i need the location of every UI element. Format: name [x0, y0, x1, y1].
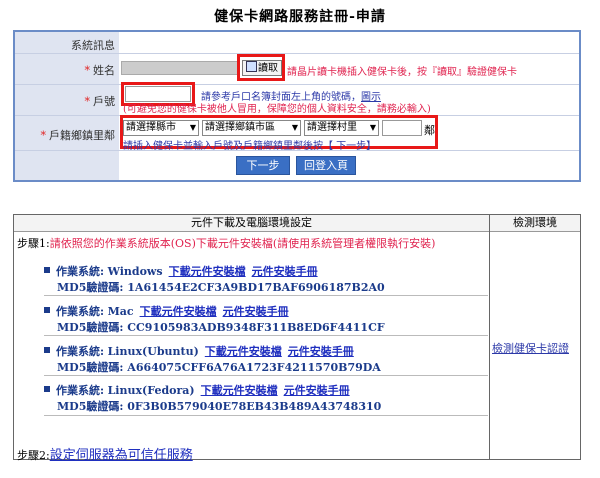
md5-value: A664075CFF6A76A1723F4211570B79DA: [127, 361, 381, 374]
step2-instructions: 步驟2:設定伺服器為可信任服務: [17, 448, 193, 463]
name-field[interactable]: [121, 61, 239, 75]
bullet-icon: [44, 347, 50, 353]
village-select[interactable]: 請選擇村里 ▼: [304, 120, 379, 136]
download-installer-link[interactable]: 下載元件安裝檔: [169, 265, 246, 278]
town-select[interactable]: 請選擇鄉鎮市區 ▼: [202, 120, 301, 136]
dropdown-arrow-icon: ▼: [369, 123, 376, 132]
download-installer-link[interactable]: 下載元件安裝檔: [140, 305, 217, 318]
download-installer-link[interactable]: 下載元件安裝檔: [205, 345, 282, 358]
neighborhood-input[interactable]: [382, 120, 422, 136]
city-select[interactable]: 請選擇縣市 ▼: [123, 120, 199, 136]
install-manual-link[interactable]: 元件安裝手冊: [288, 345, 354, 358]
household-warning: (可避免您的健保卡被他人冒用，保障您的個人資料安全，請務必輸入): [123, 104, 431, 115]
name-label: * 姓名: [84, 64, 116, 77]
os-divider: [44, 415, 488, 416]
install-manual-link[interactable]: 元件安裝手冊: [284, 384, 350, 397]
row-divider: [15, 84, 579, 85]
check-env-header: 檢測環境: [490, 215, 580, 232]
step1-instructions: 步驟1:請依照您的作業系統版本(OS)下載元件安裝檔(請使用系統管理者權限執行安…: [17, 237, 436, 250]
page-title: 健保卡網路服務註冊-申請: [214, 9, 386, 25]
address-hint: 請插入健保卡並輸入戶號及戶籍鄉鎮里鄰後按【 下一步】: [123, 141, 377, 152]
household-label: * 戶號: [84, 95, 116, 108]
download-section: 元件下載及電腦環境設定 檢測環境 步驟1:請依照您的作業系統版本(OS)下載元件…: [13, 214, 581, 463]
neighborhood-suffix: 鄰: [424, 124, 435, 137]
system-message-label: 系統訊息: [71, 39, 115, 52]
md5-value: 1A61454E2CF3A9BD17BAF6906187B2A0: [127, 281, 385, 294]
dropdown-arrow-icon: ▼: [291, 123, 298, 132]
md5-value: 0F3B0B579040E78EB43B489A43748310: [127, 400, 382, 413]
os-item-mac: 作業系統: Mac 下載元件安裝檔 元件安裝手冊 MD5驗證碼: CC9105983…: [44, 303, 385, 335]
install-manual-link[interactable]: 元件安裝手冊: [252, 265, 318, 278]
os-item-fedora: 作業系統: Linux(Fedora) 下載元件安裝檔 元件安裝手冊 MD5驗證碼:…: [44, 382, 381, 414]
os-divider: [44, 375, 488, 376]
next-button[interactable]: 下一步: [236, 156, 290, 175]
os-divider: [44, 295, 488, 296]
address-label: * 戶籍鄉鎮里鄰: [40, 129, 116, 142]
trusted-server-link[interactable]: 設定伺服器為可信任服務: [50, 448, 193, 463]
dropdown-arrow-icon: ▼: [189, 123, 196, 132]
card-reader-icon: [246, 61, 257, 72]
download-installer-link[interactable]: 下載元件安裝檔: [201, 384, 278, 397]
os-divider: [44, 335, 488, 336]
download-header: 元件下載及電腦環境設定: [14, 215, 489, 232]
bullet-icon: [44, 386, 50, 392]
read-card-button[interactable]: 讀取: [242, 60, 282, 76]
os-item-ubuntu: 作業系統: Linux(Ubuntu) 下載元件安裝檔 元件安裝手冊 MD5驗證碼:…: [44, 343, 381, 375]
read-hint: 請晶片讀卡機插入健保卡後，按『讀取』驗證健保卡: [287, 67, 517, 78]
row-divider: [15, 53, 579, 54]
install-manual-link[interactable]: 元件安裝手冊: [223, 305, 289, 318]
bullet-icon: [44, 267, 50, 273]
md5-value: CC9105983ADB9348F311B8ED6F4411CF: [127, 321, 385, 334]
os-item-windows: 作業系統: Windows 下載元件安裝檔 元件安裝手冊 MD5驗證碼: 1A614…: [44, 263, 385, 295]
check-card-auth-link[interactable]: 檢測健保卡認證: [492, 340, 569, 356]
column-divider: [489, 215, 490, 459]
bullet-icon: [44, 307, 50, 313]
back-to-login-button[interactable]: 回登入頁: [296, 156, 356, 175]
